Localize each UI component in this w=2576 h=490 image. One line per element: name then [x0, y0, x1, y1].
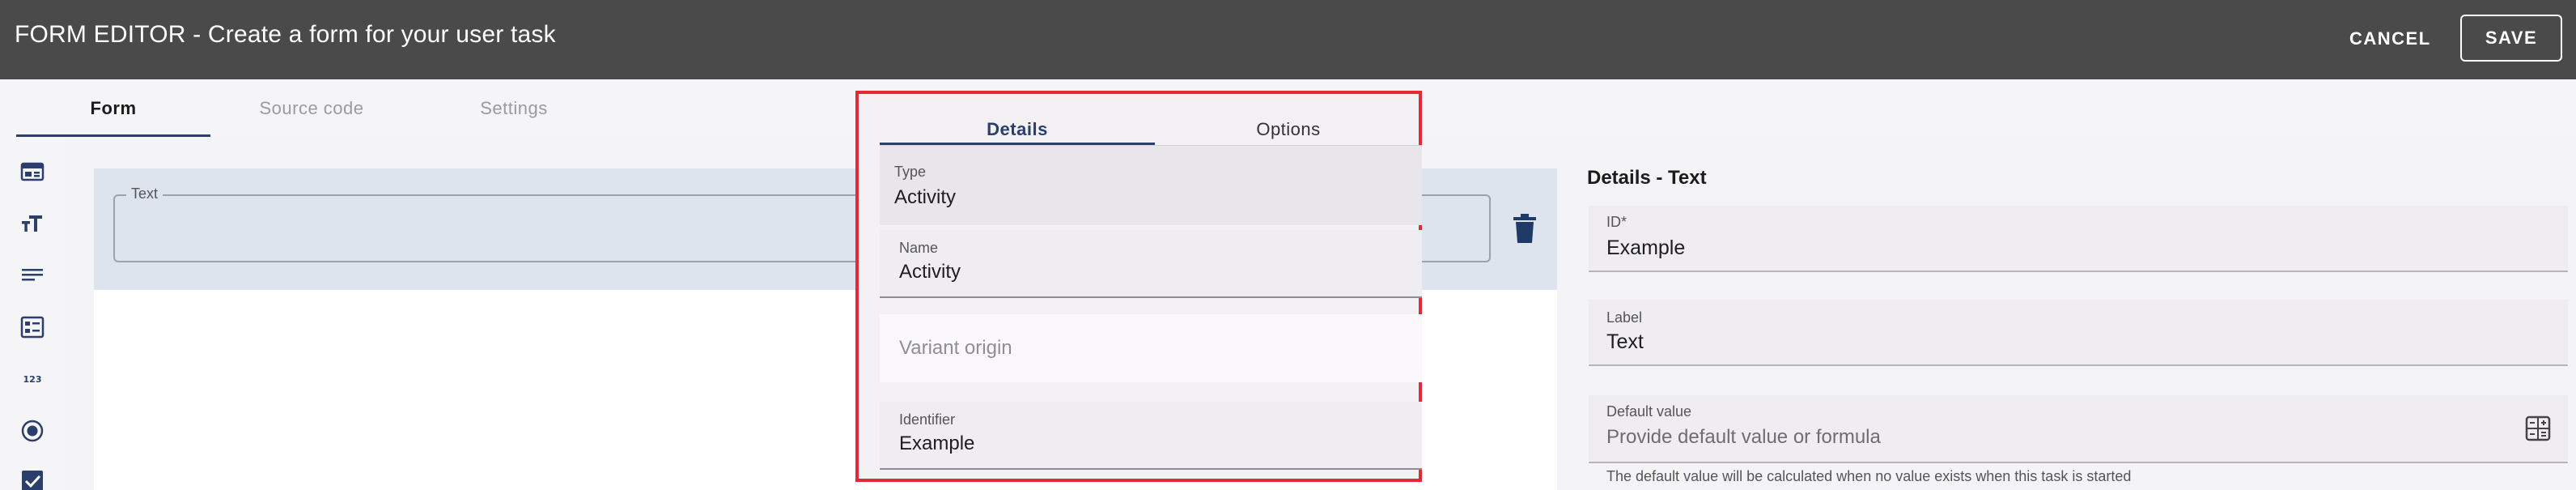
id-value: Example — [1606, 236, 1686, 259]
label-field[interactable]: Label Text — [1589, 300, 2568, 366]
id-label: ID* — [1606, 214, 1628, 230]
name-field[interactable]: Name Activity — [880, 230, 1422, 298]
identifier-value: Example — [899, 432, 975, 454]
component-toolbar: 123 — [0, 138, 65, 490]
active-tab-indicator — [880, 143, 1155, 145]
checkbox-icon[interactable] — [18, 467, 47, 490]
calculator-icon[interactable] — [2524, 415, 2552, 442]
default-value-field[interactable]: Default value Provide default value or f… — [1589, 395, 2568, 463]
tab-source-code[interactable]: Source code — [235, 79, 388, 138]
paragraph-icon[interactable] — [18, 261, 47, 290]
default-value-helper-text: The default value will be calculated whe… — [1606, 468, 2132, 484]
form-list-icon[interactable] — [18, 313, 47, 342]
cancel-button[interactable]: CANCEL — [2335, 23, 2446, 55]
variant-origin-placeholder: Variant origin — [899, 337, 1012, 359]
trash-icon[interactable] — [1510, 212, 1539, 245]
label-field-label: Label — [1606, 309, 1643, 326]
details-title: Details - Text — [1587, 167, 1707, 189]
tab-settings[interactable]: Settings — [437, 79, 591, 138]
variant-origin-field[interactable]: Variant origin — [880, 314, 1422, 382]
text-size-icon[interactable] — [18, 209, 47, 238]
svg-text:123: 123 — [23, 374, 42, 385]
card-layout-icon[interactable] — [18, 157, 47, 186]
identifier-field[interactable]: Identifier Example — [880, 402, 1422, 470]
default-value-label: Default value — [1606, 403, 1692, 420]
element-properties-panel: Details Options Type Activity Name Activ… — [855, 91, 1422, 482]
name-label: Name — [899, 240, 939, 256]
active-tab-indicator — [16, 134, 210, 137]
page-title: FORM EDITOR - Create a form for your use… — [15, 21, 556, 48]
numeric-123-icon[interactable]: 123 — [18, 364, 47, 394]
identifier-label: Identifier — [899, 411, 956, 428]
name-value: Activity — [899, 261, 961, 283]
radio-button-icon[interactable] — [18, 416, 47, 445]
top-bar: FORM EDITOR - Create a form for your use… — [0, 0, 2576, 79]
type-value: Activity — [894, 186, 957, 208]
tab-form[interactable]: Form — [16, 79, 210, 138]
label-field-value: Text — [1606, 330, 1644, 353]
id-field[interactable]: ID* Example — [1589, 206, 2568, 272]
save-button[interactable]: SAVE — [2460, 15, 2562, 62]
type-label: Type — [894, 164, 927, 180]
default-value-placeholder: Provide default value or formula — [1606, 426, 1881, 448]
text-field-label: Text — [126, 185, 163, 202]
type-field: Type Activity — [880, 146, 1422, 225]
